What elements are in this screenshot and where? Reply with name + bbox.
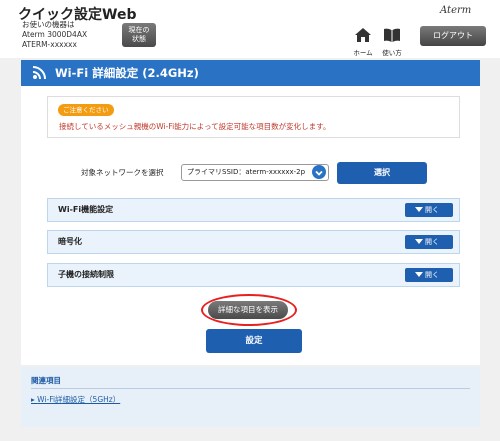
section-client-restriction[interactable]: 子機の接続制限 開く <box>47 263 460 287</box>
help-label: 使い方 <box>382 49 402 57</box>
settings-panel: Wi-Fi 詳細設定 (2.4GHz) ご注意ください 接続しているメッシュ親機… <box>21 60 480 365</box>
wifi-icon <box>32 66 46 80</box>
show-details-button[interactable]: 詳細な項目を表示 <box>208 301 288 319</box>
chevron-down-icon[interactable] <box>312 165 326 179</box>
panel-title-bar: Wi-Fi 詳細設定 (2.4GHz) <box>21 60 480 86</box>
open-button[interactable]: 開く <box>405 268 453 282</box>
section-title: Wi-Fi機能設定 <box>58 205 114 214</box>
home-label: ホーム <box>353 49 373 57</box>
book-icon <box>384 28 400 42</box>
open-label: 開く <box>425 206 439 214</box>
home-icon <box>355 28 371 42</box>
select-button[interactable]: 選択 <box>337 162 427 184</box>
current-status-button[interactable]: 現在の 状態 <box>122 23 156 47</box>
open-label: 開く <box>425 271 439 279</box>
network-select-label: 対象ネットワークを選択 <box>81 168 164 177</box>
header: クイック設定Web お使いの機器は Aterm 3000D4AX ATERM-x… <box>0 0 500 58</box>
section-wifi-function[interactable]: Wi-Fi機能設定 開く <box>47 198 460 222</box>
home-button[interactable]: ホーム <box>352 27 374 57</box>
notice-box: ご注意ください 接続しているメッシュ親機のWi-Fi能力によって設定可能な項目数… <box>47 96 460 138</box>
device-info: お使いの機器は Aterm 3000D4AX ATERM-xxxxxx <box>22 20 87 50</box>
current-status-label-1: 現在の <box>128 26 150 34</box>
related-title: 関連項目 <box>31 376 61 385</box>
current-status-label-2: 状態 <box>132 35 146 43</box>
notice-badge: ご注意ください <box>58 104 114 116</box>
notice-text: 接続しているメッシュ親機のWi-Fi能力によって設定可能な項目数が変化します。 <box>59 122 331 131</box>
notice-badge-label: ご注意ください <box>63 106 109 114</box>
open-label: 開く <box>425 238 439 246</box>
section-title: 暗号化 <box>58 237 82 246</box>
related-link-label: Wi-Fi詳細設定（5GHz） <box>37 395 121 404</box>
related-link-5ghz[interactable]: ▸ Wi-Fi詳細設定（5GHz） <box>31 394 120 405</box>
logout-button[interactable]: ログアウト <box>420 26 486 46</box>
apply-button[interactable]: 設定 <box>206 329 302 353</box>
divider <box>31 388 470 389</box>
section-title: 子機の接続制限 <box>58 270 114 279</box>
help-button[interactable]: 使い方 <box>381 27 403 57</box>
device-model: Aterm 3000D4AX <box>22 30 88 39</box>
section-encryption[interactable]: 暗号化 開く <box>47 230 460 254</box>
brand-logo: Aterm <box>440 5 472 16</box>
open-button[interactable]: 開く <box>405 235 453 249</box>
chevron-down-icon <box>415 207 423 212</box>
network-select[interactable]: プライマリSSID：aterm-xxxxxx-2p <box>181 164 329 181</box>
device-info-line: お使いの機器は <box>22 20 75 29</box>
device-name: ATERM-xxxxxx <box>22 40 77 49</box>
open-button[interactable]: 開く <box>405 203 453 217</box>
chevron-down-icon <box>415 272 423 277</box>
page-title: Wi-Fi 詳細設定 (2.4GHz) <box>55 66 199 80</box>
chevron-down-icon <box>415 239 423 244</box>
related-items: 関連項目 ▸ Wi-Fi詳細設定（5GHz） <box>21 367 480 427</box>
